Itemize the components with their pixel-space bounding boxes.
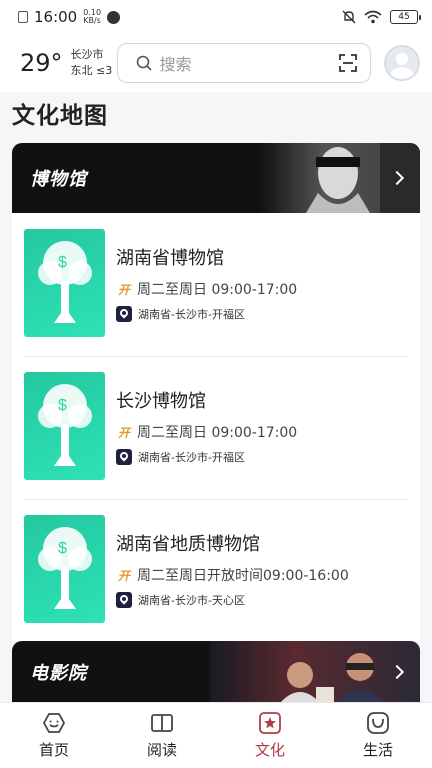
address-text: 湖南省-长沙市-开福区: [138, 308, 245, 321]
location-pin-icon: [116, 306, 132, 322]
nav-item-reading[interactable]: 阅读: [108, 703, 216, 768]
opening-hours-text: 周二至周日 09:00-17:00: [137, 282, 298, 298]
status-right: 45: [342, 10, 421, 24]
svg-text:$: $: [58, 254, 67, 271]
nav-item-life[interactable]: 生活: [324, 703, 432, 768]
cinema-audience-image: [210, 641, 420, 703]
weather-meta: 长沙市 东北 ≤3: [71, 47, 117, 79]
list-item[interactable]: $ 长沙博物馆 开 周二至周日 09:00-17:00 湖南省-长沙市-开福区: [12, 356, 420, 496]
book-icon: [151, 714, 173, 732]
venue-name: 湖南省博物馆: [116, 248, 224, 269]
city-label: 长沙市: [70, 48, 104, 61]
temperature: 29°: [20, 49, 63, 77]
list-item[interactable]: $ 湖南省博物馆 开 周二至周日 09:00-17:00 湖南省-长沙市-开福区: [12, 213, 420, 353]
open-badge-icon: 开: [117, 282, 130, 297]
cinema-category-banner[interactable]: 电影院: [12, 641, 420, 703]
venue-info: 湖南省地质博物馆 开 周二至周日开放时间09:00-16:00 湖南省-长沙市-…: [116, 530, 349, 608]
venue-info: 湖南省博物馆 开 周二至周日 09:00-17:00 湖南省-长沙市-开福区: [116, 244, 297, 322]
home-icon: [42, 713, 66, 733]
culture-icon: [259, 712, 281, 734]
nav-label-reading: 阅读: [146, 741, 177, 759]
open-badge-icon: 开: [117, 425, 130, 440]
battery-indicator: 45: [390, 10, 421, 24]
search-placeholder: 搜索: [159, 55, 192, 74]
opening-hours-text: 周二至周日开放时间09:00-16:00: [137, 568, 349, 584]
location-pin-icon: [116, 449, 132, 465]
wind-label: 东北 ≤3: [70, 64, 113, 77]
opening-hours: 开 周二至周日 09:00-17:00: [116, 422, 297, 442]
venue-thumbnail: $: [24, 372, 105, 480]
status-bar: 16:00 0.10 KB/s 45: [0, 0, 432, 34]
nav-label-home: 首页: [38, 741, 69, 759]
venue-name: 长沙博物馆: [116, 391, 206, 412]
address-text: 湖南省-长沙市-开福区: [138, 451, 245, 464]
venue-thumbnail: $: [24, 515, 105, 623]
venue-thumbnail: $: [24, 229, 105, 337]
avatar[interactable]: [384, 45, 420, 81]
venue-name: 湖南省地质博物馆: [116, 534, 260, 555]
venue-list: $ 湖南省博物馆 开 周二至周日 09:00-17:00 湖南省-长沙市-开福区: [12, 213, 420, 641]
address: 湖南省-长沙市-开福区: [116, 449, 297, 465]
list-item[interactable]: $ 湖南省地质博物馆 开 周二至周日开放时间09:00-16:00 湖南省-长沙…: [12, 499, 420, 639]
opening-hours-text: 周二至周日 09:00-17:00: [137, 425, 298, 441]
nav-label-culture: 文化: [254, 741, 285, 759]
nav-item-home[interactable]: 首页: [0, 703, 108, 768]
museum-category-banner[interactable]: 博物馆: [12, 143, 420, 213]
tree-logo-icon: $: [38, 527, 92, 609]
status-left: 16:00 0.10 KB/s: [18, 8, 121, 26]
wifi-icon: [364, 10, 382, 24]
network-speed: 0.10 KB/s: [83, 9, 101, 25]
opening-hours: 开 周二至周日 09:00-17:00: [116, 279, 297, 299]
life-icon: [367, 712, 389, 734]
nav-label-life: 生活: [362, 741, 393, 759]
venue-info: 长沙博物馆 开 周二至周日 09:00-17:00 湖南省-长沙市-开福区: [116, 387, 297, 465]
mute-bell-icon: [342, 10, 356, 24]
nav-item-culture[interactable]: 文化: [216, 703, 324, 768]
svg-text:$: $: [58, 540, 67, 557]
museum-banner-label: 博物馆: [30, 169, 87, 190]
user-avatar-icon: [390, 53, 414, 79]
address: 湖南省-长沙市-天心区: [116, 592, 349, 608]
sim-card-icon: [18, 11, 28, 23]
scan-icon[interactable]: [338, 53, 358, 73]
top-header: 29° 长沙市 东北 ≤3 搜索: [0, 34, 432, 92]
do-not-disturb-icon: [107, 10, 121, 24]
opening-hours: 开 周二至周日开放时间09:00-16:00: [116, 565, 349, 585]
location-pin-icon: [116, 592, 132, 608]
open-badge-icon: 开: [117, 568, 130, 583]
network-speed-unit: KB/s: [83, 16, 101, 25]
tree-logo-icon: $: [38, 384, 92, 466]
bottom-navigation: 首页 阅读 文化 生活: [0, 702, 432, 768]
page-title: 文化地图: [12, 103, 108, 129]
tree-logo-icon: $: [38, 241, 92, 323]
svg-text:$: $: [58, 397, 67, 414]
clock: 16:00: [34, 8, 78, 26]
cinema-banner-label: 电影院: [30, 663, 87, 684]
search-input[interactable]: 搜索: [116, 43, 371, 83]
address-text: 湖南省-长沙市-天心区: [138, 594, 245, 607]
search-icon: [136, 55, 152, 71]
address: 湖南省-长沙市-开福区: [116, 306, 297, 322]
